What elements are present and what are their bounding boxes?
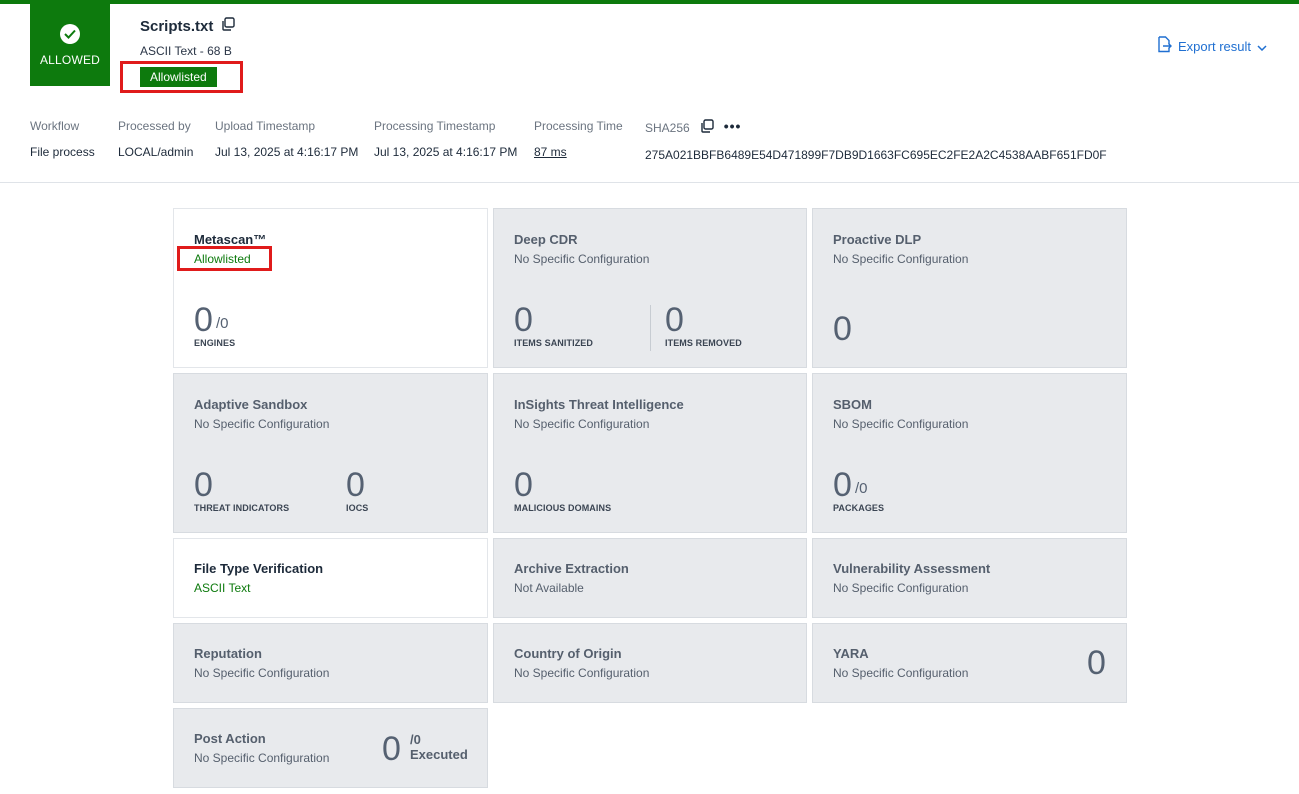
items-removed-caption: ITEMS REMOVED — [665, 338, 742, 348]
card-subtitle: No Specific Configuration — [833, 252, 969, 266]
card-title: Adaptive Sandbox — [194, 397, 308, 412]
file-type-size: ASCII Text - 68 B — [140, 44, 232, 58]
meta-value: Jul 13, 2025 at 4:16:17 PM — [374, 145, 518, 159]
threat-indicators-count: 0 — [194, 466, 213, 504]
card-title: YARA — [833, 646, 869, 661]
card-title: Vulnerability Assessment — [833, 561, 991, 576]
meta-label: Processed by — [118, 119, 191, 133]
card-subtitle: No Specific Configuration — [194, 751, 330, 765]
engines-total: /0 — [216, 315, 229, 332]
malicious-domains-count: 0 — [514, 466, 533, 504]
card-title: Metascan™ — [194, 232, 267, 247]
sha256-value: 275A021BBFB6489E54D471899F7DB9D1663FC695… — [645, 148, 1107, 162]
malicious-domains-caption: MALICIOUS DOMAINS — [514, 503, 612, 513]
top-status-bar — [0, 0, 1299, 4]
card-title: Reputation — [194, 646, 262, 661]
packages-caption: PACKAGES — [833, 503, 885, 513]
meta-processed-by: Processed by LOCAL/admin — [118, 119, 193, 159]
column-divider — [650, 305, 651, 351]
card-sbom[interactable]: SBOM No Specific Configuration 0 /0 PACK… — [812, 373, 1127, 533]
card-subtitle: No Specific Configuration — [514, 252, 650, 266]
card-subtitle: No Specific Configuration — [194, 666, 330, 680]
meta-value: File process — [30, 145, 95, 159]
card-title: Country of Origin — [514, 646, 622, 661]
card-file-type-verification[interactable]: File Type Verification ASCII Text — [173, 538, 488, 618]
more-options-icon[interactable]: ••• — [724, 118, 742, 134]
items-removed-count: 0 — [665, 301, 684, 339]
card-title: File Type Verification — [194, 561, 324, 576]
card-proactive-dlp[interactable]: Proactive DLP No Specific Configuration … — [812, 208, 1127, 368]
copy-icon[interactable] — [700, 119, 714, 136]
meta-upload-timestamp: Upload Timestamp Jul 13, 2025 at 4:16:17… — [215, 119, 358, 159]
card-subtitle: Not Available — [514, 581, 584, 595]
meta-processing-timestamp: Processing Timestamp Jul 13, 2025 at 4:1… — [374, 119, 517, 159]
card-deep-cdr[interactable]: Deep CDR No Specific Configuration 0 ITE… — [493, 208, 807, 368]
copy-icon[interactable] — [221, 17, 236, 36]
meta-label: Processing Time — [534, 119, 623, 133]
dlp-count: 0 — [833, 310, 852, 348]
card-archive-extraction[interactable]: Archive Extraction Not Available — [493, 538, 807, 618]
processing-time-link[interactable]: 87 ms — [534, 145, 623, 159]
packages-total: /0 — [855, 480, 868, 497]
meta-value: LOCAL/admin — [118, 145, 194, 159]
card-vulnerability-assessment[interactable]: Vulnerability Assessment No Specific Con… — [812, 538, 1127, 618]
meta-label: SHA256 — [645, 120, 690, 135]
card-subtitle: No Specific Configuration — [514, 417, 650, 431]
engines-caption: ENGINES — [194, 338, 236, 348]
items-sanitized-caption: ITEMS SANITIZED — [514, 338, 594, 348]
card-metascan[interactable]: Metascan™ Allowlisted 0 /0 ENGINES — [173, 208, 488, 368]
meta-sha256: SHA256 ••• 275A021BBFB6489E54D471899F7DB… — [645, 118, 1107, 163]
card-adaptive-sandbox[interactable]: Adaptive Sandbox No Specific Configurati… — [173, 373, 488, 533]
verdict-tile: ALLOWED — [30, 4, 110, 86]
card-subtitle: ASCII Text — [194, 581, 251, 595]
post-action-total: /0 — [410, 732, 421, 747]
card-title: Proactive DLP — [833, 232, 922, 247]
meta-processing-time: Processing Time 87 ms — [534, 119, 623, 159]
post-action-count: 0 — [382, 730, 401, 768]
card-title: Deep CDR — [514, 232, 578, 247]
card-subtitle: No Specific Configuration — [833, 666, 969, 680]
iocs-count: 0 — [346, 466, 365, 504]
meta-label: Workflow — [30, 119, 80, 133]
card-subtitle: No Specific Configuration — [833, 581, 969, 595]
card-insights-threat-intelligence[interactable]: InSights Threat Intelligence No Specific… — [493, 373, 807, 533]
card-subtitle: No Specific Configuration — [514, 666, 650, 680]
card-yara[interactable]: YARA No Specific Configuration 0 — [812, 623, 1127, 703]
card-country-of-origin[interactable]: Country of Origin No Specific Configurat… — [493, 623, 807, 703]
allowlisted-badge: Allowlisted — [140, 67, 217, 87]
card-reputation[interactable]: Reputation No Specific Configuration — [173, 623, 488, 703]
check-circle-icon — [60, 23, 80, 44]
chevron-down-icon — [1257, 39, 1267, 54]
items-sanitized-count: 0 — [514, 301, 533, 339]
card-subtitle: No Specific Configuration — [194, 417, 330, 431]
meta-workflow: Workflow File process — [30, 119, 95, 159]
header-divider — [0, 182, 1299, 183]
threat-indicators-caption: THREAT INDICATORS — [194, 503, 290, 513]
meta-value: Jul 13, 2025 at 4:16:17 PM — [215, 145, 359, 159]
export-result-button[interactable]: Export result — [1157, 36, 1267, 56]
meta-label: Upload Timestamp — [215, 119, 316, 133]
card-title: InSights Threat Intelligence — [514, 397, 684, 412]
file-name: Scripts.txt — [140, 18, 214, 35]
meta-label: Processing Timestamp — [374, 119, 496, 133]
verdict-label: ALLOWED — [39, 52, 101, 67]
engines-count: 0 — [194, 301, 213, 339]
iocs-caption: IOCS — [346, 503, 369, 513]
card-post-action[interactable]: Post Action No Specific Configuration 0 … — [173, 708, 488, 788]
card-subtitle: No Specific Configuration — [833, 417, 969, 431]
card-title: SBOM — [833, 397, 872, 412]
packages-count: 0 — [833, 466, 852, 504]
file-export-icon — [1157, 36, 1173, 56]
yara-count: 0 — [1087, 644, 1106, 682]
card-title: Post Action — [194, 731, 266, 746]
card-title: Archive Extraction — [514, 561, 629, 576]
post-action-executed: Executed — [410, 747, 468, 762]
export-result-label: Export result — [1178, 38, 1251, 54]
highlight-box — [177, 246, 272, 271]
